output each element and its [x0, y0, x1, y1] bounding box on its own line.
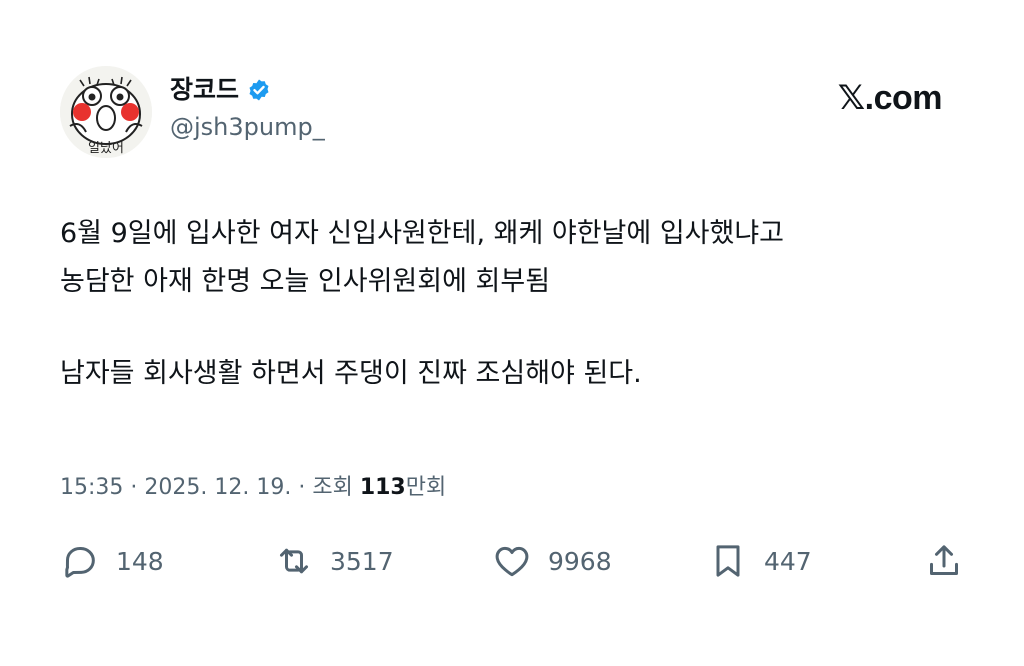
views-unit: 만회	[405, 475, 447, 500]
bookmark-count: 447	[764, 546, 812, 576]
tweet-time[interactable]: 15:35	[60, 475, 123, 500]
tweet-header: 일났어 장코드 @jsh3pump_ 𝕏.com	[60, 62, 964, 162]
author-display-name[interactable]: 장코드	[170, 74, 239, 106]
avatar[interactable]: 일났어	[60, 66, 152, 158]
author-names: 장코드 @jsh3pump_	[170, 74, 325, 142]
repost-count: 3517	[330, 546, 394, 576]
avatar-illustration: 일났어	[60, 66, 152, 158]
author-display-name-row[interactable]: 장코드	[170, 74, 325, 106]
repost-button[interactable]: 3517	[274, 541, 394, 581]
reply-button[interactable]: 148	[60, 541, 164, 581]
reply-icon	[65, 547, 95, 578]
tweet-paragraph: 6월 9일에 입사한 여자 신입사원한테, 왜케 야한날에 입사했냐고 농담한 …	[60, 218, 785, 297]
like-button[interactable]: 9968	[492, 541, 612, 581]
tweet-date[interactable]: 2025. 12. 19.	[144, 475, 291, 500]
tweet-actions: 148 3517 9968 447	[60, 536, 964, 586]
repost-icon	[280, 548, 308, 574]
tweet-body: 6월 9일에 입사한 여자 신입사원한테, 왜케 야한날에 입사했냐고 농담한 …	[60, 210, 980, 398]
heart-icon	[495, 546, 529, 577]
tweet-meta: 15:35 · 2025. 12. 19. · 조회 113만회	[60, 470, 446, 506]
bookmark-button[interactable]: 447	[708, 541, 812, 581]
share-icon	[930, 545, 958, 575]
author-handle[interactable]: @jsh3pump_	[170, 112, 325, 142]
views-count: 113	[359, 475, 406, 500]
meta-separator: ·	[291, 475, 313, 500]
reply-count: 148	[116, 546, 164, 576]
meta-separator: ·	[123, 475, 145, 500]
verified-badge-icon	[249, 79, 269, 101]
tweet-paragraph: 남자들 회사생활 하면서 주댕이 진짜 조심해야 된다.	[60, 358, 642, 389]
avatar-caption: 일났어	[88, 141, 124, 156]
like-count: 9968	[548, 546, 612, 576]
bookmark-icon	[716, 545, 740, 577]
x-logo: 𝕏.com	[837, 79, 943, 117]
share-button[interactable]	[924, 541, 964, 581]
views-label: 조회	[312, 475, 353, 500]
